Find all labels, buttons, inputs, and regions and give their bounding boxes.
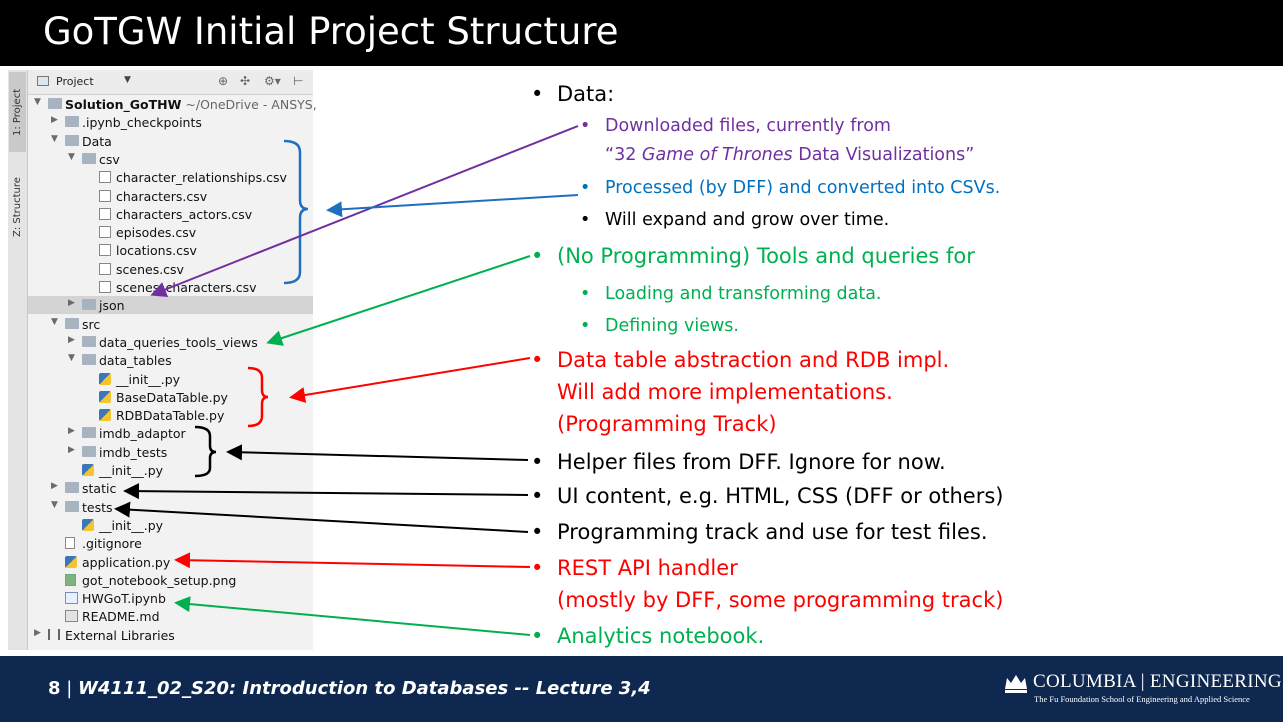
crown-icon bbox=[1005, 675, 1027, 693]
footer-separator: | bbox=[60, 678, 79, 699]
arrow-processed-to-csv bbox=[326, 194, 579, 218]
arrow-downloaded-to-json bbox=[150, 125, 579, 298]
logo-main-text: COLUMBIA | ENGINEERING bbox=[1033, 671, 1282, 692]
footer-text: 8 | W4111_02_S20: Introduction to Databa… bbox=[48, 678, 651, 699]
brace-data-tables bbox=[247, 366, 269, 428]
arrow-tools-to-queries bbox=[266, 255, 531, 346]
page-number: 8 bbox=[48, 678, 61, 699]
arrow-datatable-to-brace bbox=[289, 357, 531, 403]
footer-bar: 8 | W4111_02_S20: Introduction to Databa… bbox=[0, 656, 1283, 722]
arrow-tests-to-tests bbox=[114, 501, 529, 533]
arrow-helper-to-brace bbox=[226, 444, 529, 461]
brace-helper-files bbox=[194, 425, 217, 478]
annotation-arrows bbox=[114, 125, 579, 636]
arrow-rest-to-application bbox=[174, 552, 531, 569]
arrow-ui-to-static bbox=[123, 483, 529, 500]
brace-csv-files bbox=[283, 139, 309, 285]
arrow-analytics-to-notebook bbox=[174, 596, 531, 636]
course-title: W4111_02_S20: Introduction to Databases … bbox=[78, 678, 651, 699]
logo-sub-text: The Fu Foundation School of Engineering … bbox=[1034, 694, 1250, 704]
